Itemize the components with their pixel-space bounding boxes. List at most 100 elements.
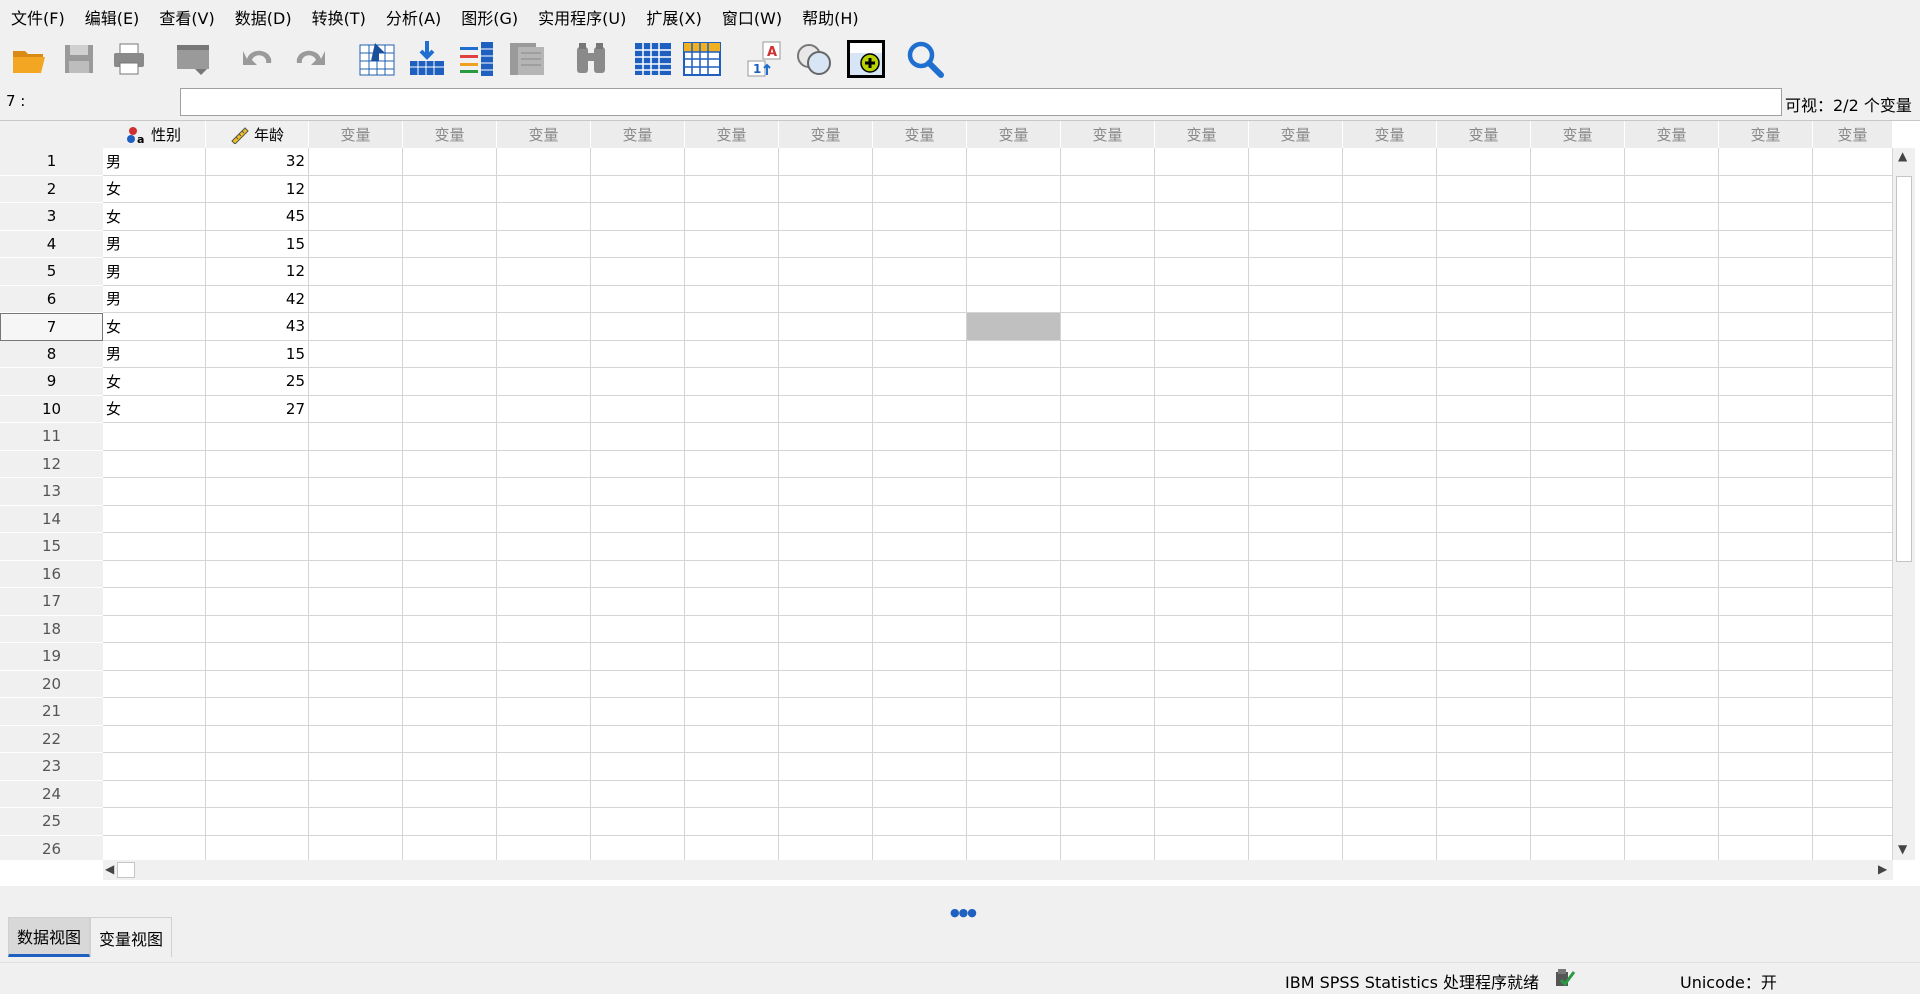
data-cell[interactable] (1249, 780, 1343, 808)
horizontal-scrollbar[interactable]: ◀ ▶ (103, 860, 1893, 880)
data-cell[interactable] (1343, 780, 1437, 808)
data-cell[interactable] (591, 505, 685, 533)
data-cell[interactable] (1719, 478, 1813, 506)
column-header-empty[interactable]: 变量 (591, 121, 685, 148)
data-cell[interactable] (779, 725, 873, 753)
data-cell[interactable] (403, 835, 497, 860)
row-number[interactable]: 12 (0, 450, 103, 478)
data-cell[interactable] (103, 643, 206, 671)
data-cell[interactable] (1437, 450, 1531, 478)
data-cell[interactable] (1155, 313, 1249, 341)
value-labels-icon[interactable] (845, 38, 887, 80)
data-cell[interactable] (206, 423, 309, 451)
data-cell[interactable] (873, 450, 967, 478)
data-cell[interactable] (1531, 533, 1625, 561)
open-folder-icon[interactable] (8, 38, 50, 80)
data-cell[interactable] (497, 148, 591, 176)
data-cell[interactable] (1249, 395, 1343, 423)
undo-icon[interactable] (236, 38, 278, 80)
data-cell[interactable] (1625, 780, 1719, 808)
data-cell[interactable] (1437, 670, 1531, 698)
data-cell[interactable] (1531, 478, 1625, 506)
data-cell[interactable] (1531, 753, 1625, 781)
data-cell[interactable] (309, 478, 403, 506)
data-cell[interactable] (1813, 175, 1893, 203)
data-cell[interactable] (1061, 313, 1155, 341)
data-cell[interactable] (1155, 560, 1249, 588)
data-cell[interactable] (309, 753, 403, 781)
data-cell[interactable] (1249, 450, 1343, 478)
data-cell[interactable] (403, 258, 497, 286)
data-cell[interactable] (403, 203, 497, 231)
data-cell[interactable] (1155, 835, 1249, 860)
data-cell[interactable] (309, 725, 403, 753)
data-cell[interactable] (1249, 230, 1343, 258)
row-number[interactable]: 20 (0, 670, 103, 698)
menu-file[interactable]: 文件(F) (4, 5, 78, 29)
data-cell[interactable] (1343, 423, 1437, 451)
data-cell[interactable] (1437, 175, 1531, 203)
data-cell[interactable] (403, 698, 497, 726)
data-cell[interactable] (873, 698, 967, 726)
data-cell[interactable] (497, 313, 591, 341)
row-number[interactable]: 22 (0, 725, 103, 753)
data-cell[interactable] (1437, 285, 1531, 313)
data-cell[interactable] (873, 203, 967, 231)
column-header-gender[interactable]: a 性别 (103, 121, 206, 148)
data-cell[interactable] (1719, 505, 1813, 533)
data-cell[interactable] (873, 835, 967, 860)
data-cell[interactable] (1813, 368, 1893, 396)
data-cell[interactable] (403, 725, 497, 753)
data-cell[interactable] (403, 368, 497, 396)
data-cell[interactable] (1061, 560, 1155, 588)
data-cell[interactable] (1061, 423, 1155, 451)
data-cell[interactable] (591, 368, 685, 396)
data-cell[interactable] (779, 203, 873, 231)
data-cell[interactable] (591, 230, 685, 258)
data-cell[interactable] (1061, 808, 1155, 836)
data-cell[interactable]: 女 (103, 395, 206, 423)
data-cell[interactable] (779, 313, 873, 341)
data-cell[interactable]: 32 (206, 148, 309, 176)
data-cell[interactable] (1437, 533, 1531, 561)
data-cell[interactable] (1531, 808, 1625, 836)
data-cell[interactable] (591, 423, 685, 451)
data-cell[interactable] (873, 423, 967, 451)
data-cell[interactable]: 12 (206, 175, 309, 203)
data-cell[interactable] (1719, 725, 1813, 753)
data-cell[interactable] (967, 588, 1061, 616)
row-number[interactable]: 11 (0, 423, 103, 451)
data-cell[interactable] (1249, 368, 1343, 396)
data-cell[interactable] (1437, 698, 1531, 726)
data-cell[interactable] (1625, 258, 1719, 286)
menu-analyze[interactable]: 分析(A) (379, 5, 454, 29)
data-cell[interactable] (1531, 643, 1625, 671)
data-cell[interactable] (1249, 725, 1343, 753)
data-cell[interactable] (1531, 780, 1625, 808)
data-cell[interactable] (309, 643, 403, 671)
data-cell[interactable] (103, 588, 206, 616)
data-cell[interactable]: 43 (206, 313, 309, 341)
data-cell[interactable] (1155, 808, 1249, 836)
data-cell[interactable] (1155, 643, 1249, 671)
data-cell[interactable] (1625, 643, 1719, 671)
data-cell[interactable] (1625, 505, 1719, 533)
data-cell[interactable] (1155, 203, 1249, 231)
tab-variable-view[interactable]: 变量视图 (90, 917, 173, 957)
data-cell[interactable] (497, 698, 591, 726)
data-cell[interactable] (206, 588, 309, 616)
data-cell[interactable] (103, 698, 206, 726)
data-cell[interactable]: 27 (206, 395, 309, 423)
data-cell[interactable] (1249, 285, 1343, 313)
data-cell[interactable] (497, 808, 591, 836)
column-header-empty[interactable]: 变量 (309, 121, 403, 148)
row-number[interactable]: 7 (0, 313, 103, 341)
data-cell[interactable]: 女 (103, 203, 206, 231)
data-cell[interactable] (1813, 560, 1893, 588)
data-cell[interactable] (591, 753, 685, 781)
data-cell[interactable] (967, 808, 1061, 836)
run-descriptives-icon[interactable] (506, 38, 548, 80)
data-cell[interactable] (309, 368, 403, 396)
redo-icon[interactable] (290, 38, 332, 80)
data-cell[interactable] (309, 780, 403, 808)
